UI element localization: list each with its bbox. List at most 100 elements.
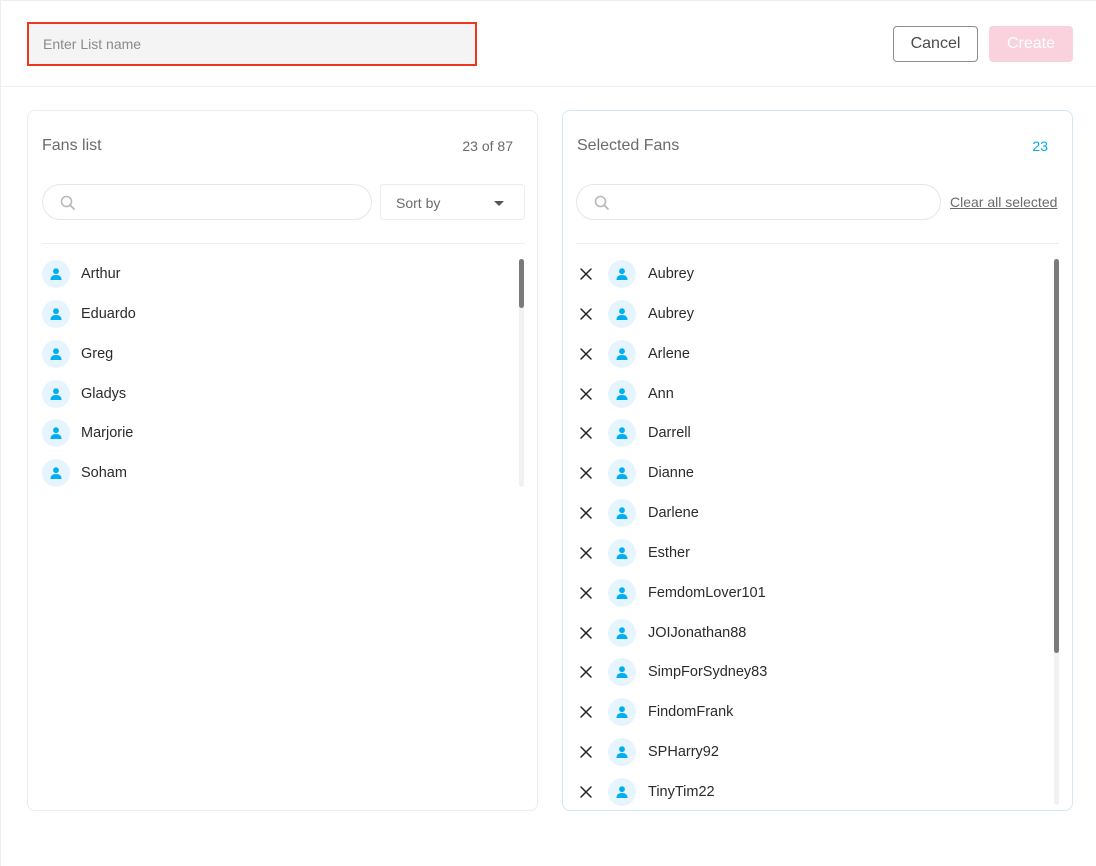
divider (576, 243, 1059, 244)
close-icon[interactable] (579, 466, 593, 480)
user-icon (608, 419, 636, 448)
selected-fans-title: Selected Fans (577, 137, 680, 154)
fan-name: Arlene (648, 345, 690, 362)
fan-name: Eduardo (81, 305, 136, 322)
fan-name: FemdomLover101 (648, 584, 766, 601)
list-item[interactable]: SPHarry92 (563, 732, 1072, 772)
user-icon (608, 658, 636, 687)
sort-label: Sort by (396, 195, 441, 211)
list-item[interactable]: Darrell (563, 413, 1072, 453)
scrollbar-thumb[interactable] (519, 259, 524, 308)
user-icon (608, 339, 636, 368)
user-icon (608, 698, 636, 727)
selected-search-input[interactable] (621, 185, 928, 219)
user-icon (608, 299, 636, 328)
fans-list: Arthur Eduardo Greg Gladys Marjorie Soham (28, 254, 537, 493)
list-item[interactable]: Ann (563, 374, 1072, 414)
list-item[interactable]: Arthur (28, 254, 537, 294)
list-item[interactable]: Greg (28, 334, 537, 374)
close-icon[interactable] (579, 347, 593, 361)
caret-down-icon (494, 201, 504, 206)
create-button[interactable]: Create (989, 26, 1073, 62)
fans-list-count: 23 of 87 (462, 138, 513, 154)
search-icon (60, 195, 75, 210)
fan-name: Arthur (81, 266, 121, 282)
close-icon[interactable] (579, 626, 593, 640)
selected-list-scrollbar[interactable] (1054, 259, 1059, 805)
user-icon (608, 379, 636, 408)
close-icon[interactable] (579, 307, 593, 321)
fan-name: Aubrey (648, 305, 694, 322)
close-icon[interactable] (579, 506, 593, 520)
fan-name: Esther (648, 544, 690, 561)
user-icon (42, 299, 70, 328)
user-icon (42, 260, 70, 288)
user-icon (42, 419, 70, 448)
list-item[interactable]: FemdomLover101 (563, 573, 1072, 613)
fan-name: SimpForSydney83 (648, 664, 768, 681)
fan-name: Greg (81, 345, 114, 362)
fans-list-title: Fans list (42, 137, 102, 154)
list-item[interactable]: Aubrey (563, 254, 1072, 294)
fan-name: Soham (81, 465, 127, 482)
fan-name: JOIJonathan88 (648, 624, 747, 641)
close-icon[interactable] (579, 665, 593, 679)
close-icon[interactable] (579, 586, 593, 600)
close-icon[interactable] (579, 745, 593, 759)
list-item[interactable]: SimpForSydney83 (563, 652, 1072, 692)
selected-fans-count: 23 (1032, 138, 1048, 154)
user-icon (608, 499, 636, 528)
list-item[interactable]: Marjorie (28, 413, 537, 453)
list-name-field[interactable] (27, 22, 477, 66)
selected-search-box[interactable] (576, 184, 941, 220)
user-icon (608, 538, 636, 567)
list-item[interactable]: TinyTim22 (563, 772, 1072, 812)
close-icon[interactable] (579, 267, 593, 281)
selected-fans-list: Aubrey Aubrey Arlene Ann Darrell Dianne Darlen… (563, 254, 1072, 812)
fan-name: Darlene (648, 505, 699, 522)
fan-name: Dianne (648, 465, 694, 482)
user-icon (608, 618, 636, 647)
list-item[interactable]: FindomFrank (563, 692, 1072, 732)
fan-name: Marjorie (81, 425, 134, 442)
user-icon (608, 738, 636, 767)
list-item[interactable]: Soham (28, 453, 537, 493)
scrollbar-thumb[interactable] (1054, 259, 1059, 653)
fans-search-box[interactable] (42, 184, 372, 220)
user-icon (42, 459, 70, 488)
list-item[interactable]: Eduardo (28, 294, 537, 334)
divider (42, 243, 525, 244)
clear-all-selected-link[interactable]: Clear all selected (950, 194, 1057, 210)
list-item[interactable]: Darlene (563, 493, 1072, 533)
list-item[interactable]: JOIJonathan88 (563, 613, 1072, 653)
close-icon[interactable] (579, 426, 593, 440)
close-icon[interactable] (579, 705, 593, 719)
list-item[interactable]: Arlene (563, 334, 1072, 374)
list-item[interactable]: Aubrey (563, 294, 1072, 334)
fan-name: Aubrey (648, 266, 694, 282)
fan-name: Gladys (81, 385, 127, 402)
user-icon (608, 578, 636, 607)
fans-list-panel: Fans list 23 of 87 Sort by Arthur Eduardo… (27, 110, 538, 811)
close-icon[interactable] (579, 387, 593, 401)
user-icon (608, 260, 636, 288)
cancel-button[interactable]: Cancel (893, 26, 978, 62)
fan-name: TinyTim22 (648, 783, 715, 800)
user-icon (608, 777, 636, 806)
list-item[interactable]: Dianne (563, 453, 1072, 493)
fans-list-scrollbar[interactable] (519, 259, 524, 487)
list-item[interactable]: Gladys (28, 374, 537, 414)
close-icon[interactable] (579, 785, 593, 799)
fan-name: Darrell (648, 425, 691, 442)
dialog-header: Cancel Create (1, 1, 1096, 87)
list-name-input[interactable] (29, 24, 475, 64)
close-icon[interactable] (579, 546, 593, 560)
user-icon (42, 339, 70, 368)
list-item[interactable]: Esther (563, 533, 1072, 573)
fans-search-input[interactable] (87, 185, 359, 219)
fan-name: Ann (648, 385, 674, 402)
create-list-dialog: Cancel Create Fans list 23 of 87 Sort by… (0, 0, 1096, 866)
user-icon (608, 459, 636, 488)
fan-name: SPHarry92 (648, 744, 719, 761)
sort-dropdown[interactable]: Sort by (380, 184, 525, 220)
